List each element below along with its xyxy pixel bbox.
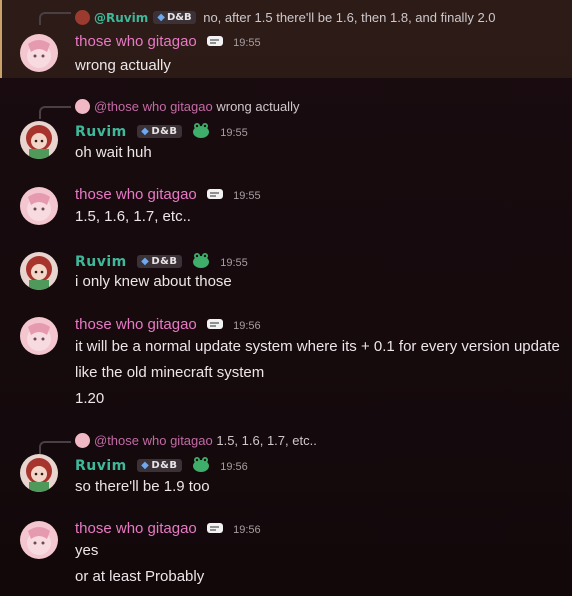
reply-author[interactable]: @Ruvim (94, 11, 148, 25)
reply-spine (39, 441, 71, 454)
message[interactable]: those who gitagao 19:55 1.5, 1.6, 1.7, e… (0, 183, 572, 239)
reply-preview[interactable]: @those who gitagao wrong actually (75, 99, 299, 114)
avatar-mini (75, 99, 90, 114)
author-name[interactable]: those who gitagao 19:55 (75, 33, 261, 52)
timestamp: 19:56 (233, 524, 261, 536)
frog-icon (192, 456, 210, 476)
diamond-icon: ◆ (141, 460, 150, 471)
reply-author[interactable]: @those who gitagao (94, 433, 213, 448)
reply-spine (39, 106, 71, 119)
cloud-sticker-icon (206, 317, 224, 335)
diamond-icon: ◆ (141, 256, 150, 267)
frog-icon (192, 252, 210, 272)
message-text: 1.5, 1.6, 1.7, etc.. (75, 208, 191, 225)
avatar[interactable] (20, 187, 58, 225)
cloud-sticker-icon (206, 34, 224, 52)
reply-preview[interactable]: @those who gitagao 1.5, 1.6, 1.7, etc.. (75, 433, 317, 448)
reply-text: 1.5, 1.6, 1.7, etc.. (216, 433, 317, 448)
role-tag: ◆ D&B (153, 11, 196, 24)
message-text: or at least Probably (75, 568, 205, 585)
message-text: 1.20 (75, 390, 105, 407)
avatar-mini (75, 10, 90, 25)
message[interactable]: @Ruvim ◆ D&B no, after 1.5 there'll be 1.6… (0, 0, 572, 78)
message-text: it will be a normal update system where … (75, 338, 560, 355)
message-text: so there'll be 1.9 too (75, 478, 210, 495)
author-name[interactable]: those who gitagao 19:55 (75, 186, 261, 205)
timestamp: 19:55 (233, 190, 261, 202)
frog-icon (192, 122, 210, 142)
cloud-sticker-icon (206, 521, 224, 539)
author-name[interactable]: Ruvim ◆ D&B 19:56 (75, 456, 248, 476)
timestamp: 19:56 (220, 461, 248, 473)
avatar[interactable] (20, 317, 58, 355)
message[interactable]: those who gitagao 19:56 yes or at least … (0, 517, 572, 596)
message-text: i only knew about those (75, 273, 232, 290)
avatar[interactable] (20, 121, 58, 159)
avatar[interactable] (20, 454, 58, 492)
role-tag: ◆ D&B (137, 125, 182, 138)
reply-spine (39, 12, 71, 25)
message[interactable]: those who gitagao 19:56 it will be a nor… (0, 313, 572, 417)
author-name[interactable]: those who gitagao 19:56 (75, 520, 261, 539)
message-text: wrong actually (75, 57, 171, 74)
author-name[interactable]: Ruvim ◆ D&B 19:55 (75, 122, 248, 142)
diamond-icon: ◆ (157, 12, 165, 23)
message-text: oh wait huh (75, 144, 152, 161)
message-text: yes (75, 542, 99, 559)
timestamp: 19:55 (220, 257, 248, 269)
message[interactable]: Ruvim ◆ D&B 19:55 i only knew about those (0, 248, 572, 304)
reply-text: no, after 1.5 there'll be 1.6, then 1.8,… (203, 10, 496, 25)
author-name[interactable]: those who gitagao 19:56 (75, 316, 261, 335)
avatar[interactable] (20, 34, 58, 72)
cloud-sticker-icon (206, 187, 224, 205)
message[interactable]: @those who gitagao wrong actually Ruvim … (0, 96, 572, 168)
reply-author[interactable]: @those who gitagao (94, 99, 213, 114)
timestamp: 19:55 (220, 127, 248, 139)
timestamp: 19:55 (233, 37, 261, 49)
timestamp: 19:56 (233, 320, 261, 332)
avatar[interactable] (20, 252, 58, 290)
reply-text: wrong actually (216, 99, 300, 114)
message-text: like the old minecraft system (75, 364, 265, 381)
avatar-mini (75, 433, 90, 448)
diamond-icon: ◆ (141, 126, 150, 137)
avatar[interactable] (20, 521, 58, 559)
message[interactable]: @those who gitagao 1.5, 1.6, 1.7, etc.. … (0, 432, 572, 504)
author-name[interactable]: Ruvim ◆ D&B 19:55 (75, 252, 248, 272)
role-tag: ◆ D&B (137, 459, 182, 472)
reply-preview[interactable]: @Ruvim ◆ D&B no, after 1.5 there'll be 1.6… (75, 10, 496, 25)
role-tag: ◆ D&B (137, 255, 182, 268)
